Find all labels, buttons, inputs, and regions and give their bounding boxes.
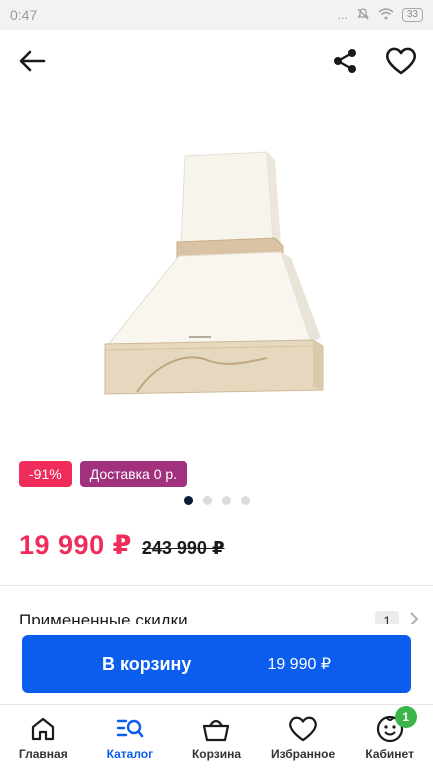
heart-icon [385, 47, 417, 80]
add-to-cart-price: 19 990 ₽ [267, 656, 331, 673]
nav-label: Избранное [270, 747, 336, 761]
signal-dots: ... [337, 8, 348, 22]
home-icon [28, 714, 58, 744]
product-badges: -91% Доставка 0 р. [19, 461, 188, 487]
basket-icon [201, 714, 231, 744]
product-image[interactable] [0, 96, 433, 456]
app-bar [0, 30, 433, 96]
add-to-cart-button[interactable]: В корзину 19 990 ₽ [22, 635, 411, 693]
share-button[interactable] [325, 43, 365, 83]
price-row: 19 990 ₽ 243 990 ₽ [19, 530, 224, 561]
status-icons: ... 33 [338, 7, 423, 24]
divider [0, 585, 433, 586]
nav-label: Корзина [191, 747, 242, 761]
catalog-search-icon [115, 714, 145, 744]
nav-label: Кабинет [365, 747, 414, 761]
wifi-icon [378, 7, 394, 23]
pager-dot[interactable] [183, 496, 193, 505]
battery-indicator: 33 [401, 8, 423, 22]
nav-label: Главная [18, 747, 68, 761]
delivery-badge: Доставка 0 р. [79, 461, 188, 487]
nav-label: Каталог [106, 747, 154, 761]
app-bar-actions [325, 43, 421, 83]
nav-item-account[interactable]: 1 Кабинет [347, 706, 433, 761]
back-button[interactable] [12, 43, 52, 83]
heart-icon [288, 714, 318, 744]
image-pager [0, 496, 433, 505]
add-to-cart-bar: В корзину 19 990 ₽ [0, 624, 433, 704]
arrow-left-icon [18, 49, 46, 78]
nav-item-home[interactable]: Главная [0, 714, 86, 761]
share-icon [331, 47, 359, 80]
old-price: 243 990 ₽ [141, 538, 225, 558]
pager-dot[interactable] [202, 496, 212, 505]
add-to-cart-label: В корзину [102, 653, 192, 674]
favorite-button[interactable] [381, 43, 421, 83]
account-notification-badge: 1 [394, 706, 417, 728]
current-price: 19 990 ₽ [19, 530, 132, 560]
mute-icon [356, 7, 370, 24]
nav-item-favorites[interactable]: Избранное [260, 714, 346, 761]
pager-dot[interactable] [240, 496, 250, 505]
bottom-navigation: Главная Каталог Корзина Избранное 1 Каби… [0, 704, 433, 770]
nav-item-catalog[interactable]: Каталог [87, 714, 173, 761]
status-time: 0:47 [10, 7, 38, 23]
status-bar: 0:47 ... 33 [0, 0, 433, 30]
cooker-hood-image [104, 151, 323, 395]
pager-dot[interactable] [221, 496, 231, 505]
discount-badge: -91% [19, 461, 72, 487]
nav-item-cart[interactable]: Корзина [173, 714, 259, 761]
